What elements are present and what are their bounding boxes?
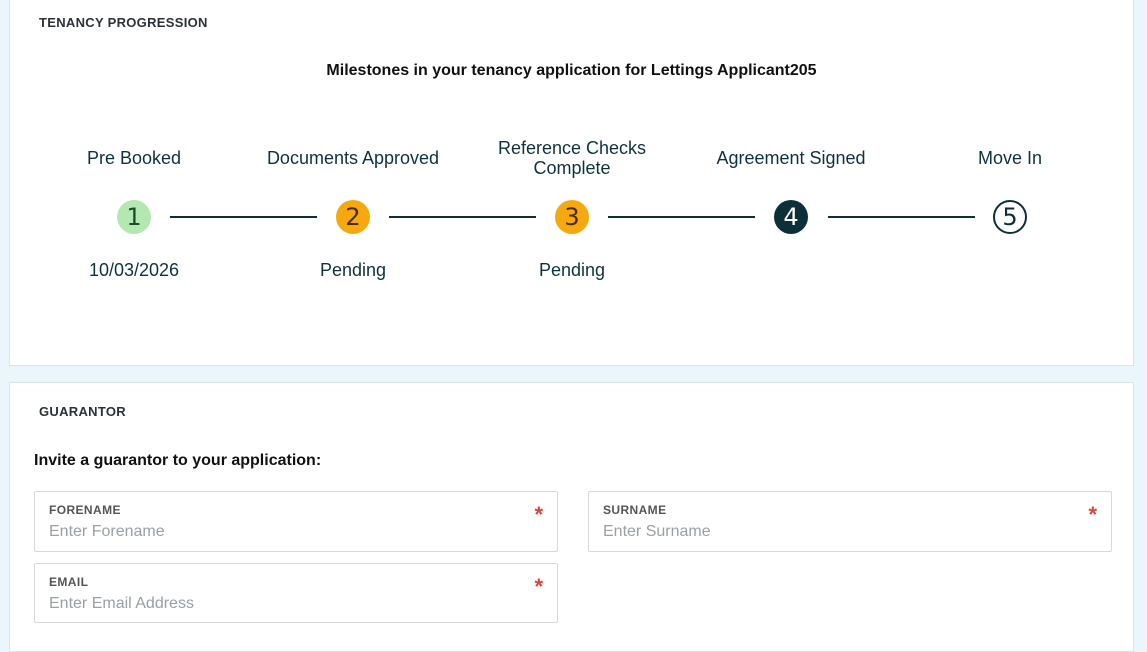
step-label-reference-checks: Reference Checks Complete [497, 138, 647, 178]
forename-label: FORENAME [49, 503, 121, 517]
email-label: EMAIL [49, 575, 89, 589]
forename-input[interactable] [49, 523, 469, 541]
step-connector [389, 216, 536, 218]
step-4-indicator: 4 [774, 200, 808, 234]
step-label-documents-approved: Documents Approved [266, 148, 440, 168]
section-title: GUARANTOR [39, 404, 126, 419]
guarantor-card: GUARANTOR Invite a guarantor to your app… [9, 382, 1134, 652]
surname-field: SURNAME * [588, 491, 1112, 552]
step-connector [170, 216, 317, 218]
step-2-indicator: 2 [336, 200, 370, 234]
section-title: TENANCY PROGRESSION [39, 15, 208, 30]
required-indicator: * [1088, 502, 1097, 527]
forename-field: FORENAME * [34, 491, 558, 552]
step-label-agreement-signed: Agreement Signed [716, 148, 866, 168]
step-connector [608, 216, 755, 218]
progress-subtitle: Milestones in your tenancy application f… [326, 62, 817, 79]
email-input[interactable] [49, 595, 469, 613]
surname-input[interactable] [603, 523, 1023, 541]
step-3-status: Pending [538, 260, 606, 280]
required-indicator: * [534, 502, 543, 527]
step-1-status: 10/03/2026 [88, 260, 180, 280]
step-connector [828, 216, 975, 218]
email-field: EMAIL * [34, 563, 558, 623]
step-label-move-in: Move In [977, 148, 1043, 168]
step-1-indicator: 1 [117, 200, 151, 234]
tenancy-progression-card: TENANCY PROGRESSION Milestones in your t… [9, 0, 1134, 366]
step-5-indicator: 5 [993, 200, 1027, 234]
surname-label: SURNAME [603, 503, 667, 517]
guarantor-invite-text: Invite a guarantor to your application: [34, 452, 322, 469]
required-indicator: * [534, 574, 543, 599]
step-3-indicator: 3 [555, 200, 589, 234]
step-label-pre-booked: Pre Booked [86, 148, 182, 168]
step-2-status: Pending [319, 260, 387, 280]
